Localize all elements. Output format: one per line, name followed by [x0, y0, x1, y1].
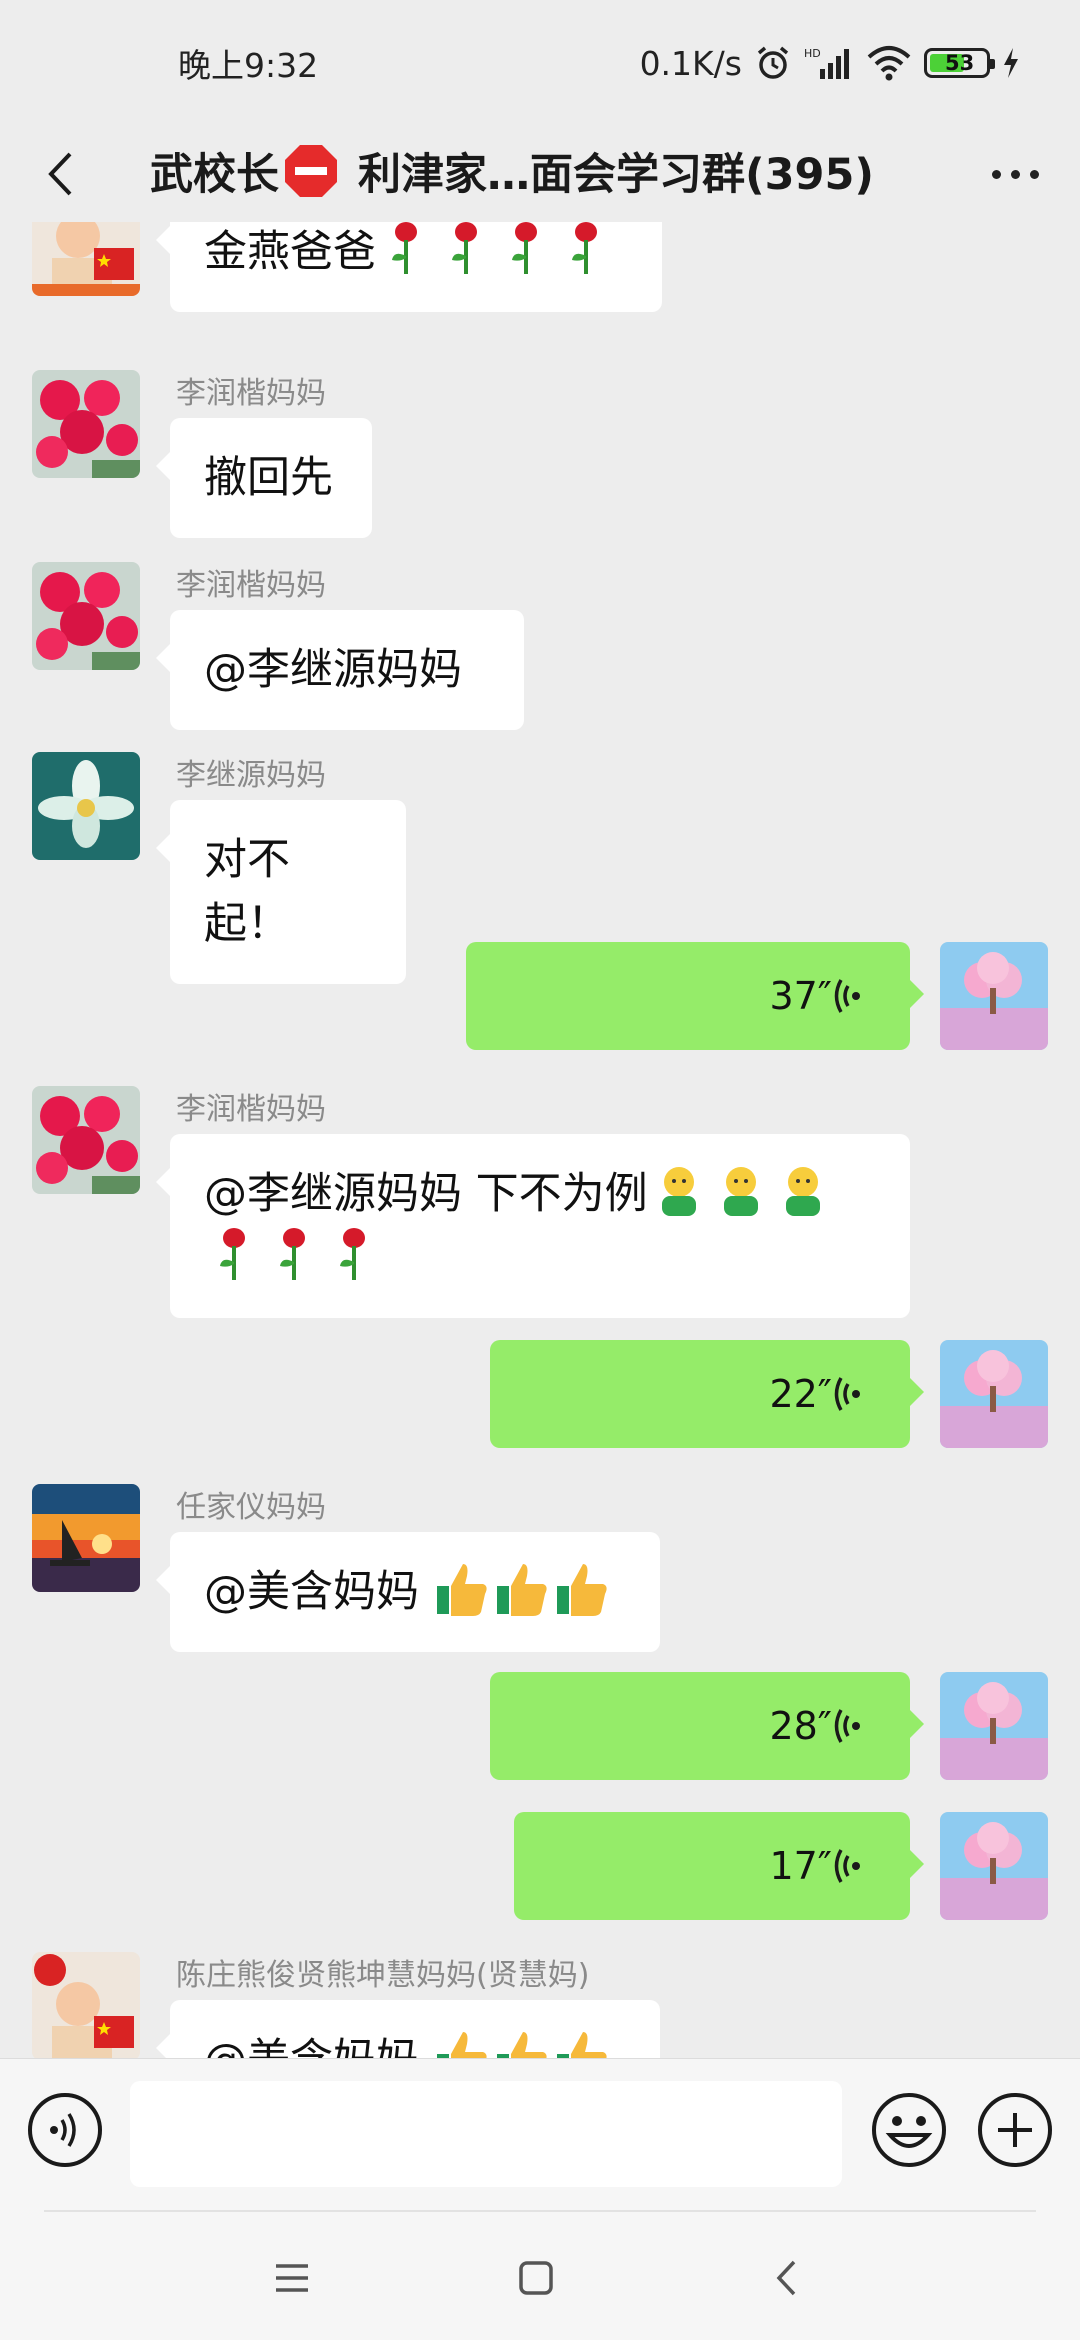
voice-message[interactable]: 22″: [490, 1340, 924, 1448]
message-list[interactable]: 金燕爸爸 李润楷妈妈 撤回先 李润楷妈妈 @李继源妈妈 李继源妈妈 对不起！ 3…: [0, 222, 1080, 2058]
stop-sign-icon: [285, 145, 337, 197]
battery-icon: 53: [924, 48, 995, 78]
voice-duration: 28″: [769, 1704, 832, 1748]
chat-title-prefix: 武校长: [150, 150, 279, 200]
bowing-face-icon: [723, 1167, 758, 1216]
voice-duration: 22″: [769, 1372, 832, 1416]
sender-name: 李润楷妈妈: [176, 376, 326, 411]
message-bubble[interactable]: @李继源妈妈 下不为例: [156, 1134, 910, 1318]
sender-name: 陈庄熊俊贤熊坤慧妈妈(贤慧妈): [176, 1958, 590, 1993]
battery-level: 53: [945, 51, 975, 75]
thumbs-up-icon: [436, 1564, 487, 1616]
divider: [44, 2210, 1036, 2212]
thumbs-up-icon: [496, 1564, 547, 1616]
message-bubble[interactable]: @美含妈妈: [156, 1532, 660, 1652]
input-bar: [0, 2058, 1080, 2208]
red-flowers-avatar[interactable]: [32, 370, 140, 478]
message-bubble[interactable]: 金燕爸爸: [156, 222, 662, 312]
emoji-button[interactable]: [870, 2091, 948, 2169]
nav-menu-button[interactable]: [262, 2248, 322, 2308]
message-bubble[interactable]: 撤回先: [156, 418, 372, 538]
thumbs-up-icon: [556, 1564, 607, 1616]
message-text: @美含妈妈: [204, 1567, 433, 1617]
message-input[interactable]: [130, 2081, 842, 2187]
plus-button[interactable]: [978, 2093, 1052, 2167]
svg-text:HD: HD: [804, 47, 821, 60]
thumbs-up-icon: [496, 2032, 547, 2058]
back-button[interactable]: [30, 144, 90, 204]
voice-input-icon: [50, 2113, 76, 2147]
message-bubble[interactable]: 对不起！: [156, 800, 406, 984]
voice-message[interactable]: 37″: [466, 942, 924, 1050]
message-text: 对不起！: [204, 835, 290, 949]
white-flower-avatar[interactable]: [32, 752, 140, 860]
sender-name: 任家仪妈妈: [176, 1490, 326, 1525]
chat-title-rest: 利津家…面会学习群(395): [343, 150, 875, 200]
voice-duration: 17″: [769, 1844, 832, 1888]
message-text: @李继源妈妈: [204, 645, 462, 695]
pink-tree-avatar[interactable]: [940, 1812, 1048, 1920]
message-text: @李继源妈妈 下不为例: [204, 1169, 648, 1219]
rose-icon: [340, 1228, 365, 1280]
chat-title: 武校长 利津家…面会学习群(395): [150, 140, 874, 202]
message-text: 撤回先: [204, 453, 333, 503]
network-speed: 0.1K/s: [639, 43, 742, 83]
home-icon: [519, 2261, 553, 2295]
child-flag-avatar[interactable]: [32, 1952, 140, 2058]
voice-wave-icon: [834, 1377, 860, 1411]
voice-message[interactable]: 28″: [490, 1672, 924, 1780]
sender-name: 李继源妈妈: [176, 758, 326, 793]
message-text: @美含妈妈: [204, 2035, 433, 2058]
rose-icon: [220, 1228, 245, 1280]
rose-icon: [280, 1228, 305, 1280]
bowing-face-icon: [785, 1167, 820, 1216]
thumbs-up-icon: [556, 2032, 607, 2058]
pink-tree-avatar[interactable]: [940, 1340, 1048, 1448]
more-dots-icon: [991, 169, 1001, 179]
back-icon: [776, 2260, 796, 2296]
rose-icon: [572, 222, 597, 274]
wifi-icon: [867, 46, 911, 81]
alarm-icon: [757, 46, 789, 79]
title-bar: 武校长 利津家…面会学习群(395): [0, 126, 1080, 222]
charging-icon: [1004, 48, 1018, 78]
voice-wave-icon: [834, 1849, 860, 1883]
plus-icon: [998, 2113, 1032, 2147]
message-text: 金燕爸爸: [204, 227, 376, 277]
message-bubble[interactable]: @美含妈妈: [156, 2000, 660, 2058]
rose-icon: [452, 222, 477, 274]
menu-icon: [276, 2264, 308, 2292]
pink-tree-avatar[interactable]: [940, 1672, 1048, 1780]
status-bar: 晚上9:32 0.1K/s HD 53: [0, 0, 1080, 126]
voice-wave-icon: [834, 979, 860, 1013]
bowing-face-icon: [661, 1167, 696, 1216]
child-flag-avatar[interactable]: [32, 222, 140, 296]
sender-name: 李润楷妈妈: [176, 1092, 326, 1127]
more-button[interactable]: [980, 148, 1050, 200]
sender-name: 李润楷妈妈: [176, 568, 326, 603]
status-icons: 0.1K/s HD 53: [640, 44, 1020, 83]
emoji-icon: [872, 2093, 946, 2167]
nav-back-button[interactable]: [756, 2248, 816, 2308]
back-arrow-icon: [48, 152, 72, 196]
pink-tree-avatar[interactable]: [940, 942, 1048, 1050]
voice-message[interactable]: 17″: [514, 1812, 924, 1920]
status-time: 晚上9:32: [178, 46, 319, 85]
system-nav-bar: [0, 2208, 1080, 2340]
message-bubble[interactable]: @李继源妈妈: [156, 610, 524, 730]
voice-input-button[interactable]: [28, 2093, 102, 2167]
red-flowers-avatar[interactable]: [32, 1086, 140, 1194]
voice-wave-icon: [834, 1709, 860, 1743]
sunset-sail-avatar[interactable]: [32, 1484, 140, 1592]
signal-icon: HD: [804, 47, 849, 79]
nav-home-button[interactable]: [506, 2248, 566, 2308]
rose-icon: [392, 222, 417, 274]
thumbs-up-icon: [436, 2032, 487, 2058]
rose-icon: [512, 222, 537, 274]
voice-duration: 37″: [769, 974, 832, 1018]
red-flowers-avatar[interactable]: [32, 562, 140, 670]
